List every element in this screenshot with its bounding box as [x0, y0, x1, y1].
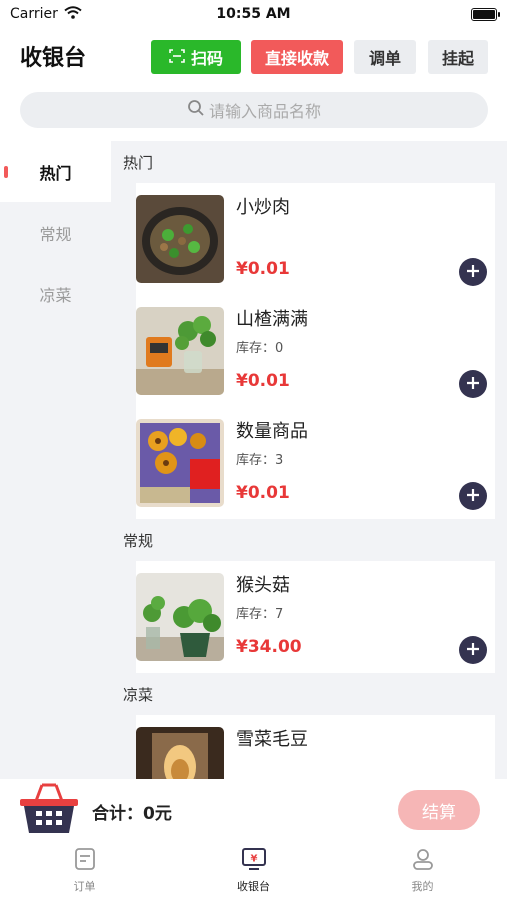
goods-name: 猴头菇 [236, 575, 290, 596]
goods-price: ¥0.01 [236, 371, 290, 391]
scan-button-label: 扫码 [190, 49, 223, 68]
page-title: 收银台 [20, 46, 87, 71]
adjust-order-button[interactable]: 调单 [354, 40, 416, 74]
status-bar: Carrier 10:55 AM [0, 0, 507, 28]
shopping-basket-icon[interactable] [18, 781, 80, 835]
active-indicator [4, 166, 8, 178]
goods-image [136, 307, 224, 395]
tab-cashier[interactable]: ¥ 收银台 [169, 841, 338, 900]
tab-label: 收银台 [237, 880, 270, 893]
add-to-cart-button[interactable] [459, 370, 487, 398]
plus-icon [466, 375, 480, 394]
section-card: 小炒肉 ¥0.01 山楂满满 库存：0 ¥0.01 数量商品 库存：3 ¥0.0… [136, 183, 495, 519]
goods-name: 小炒肉 [236, 197, 290, 218]
category-label: 常规 [39, 224, 72, 244]
goods-item[interactable]: 雪菜毛豆 [136, 715, 495, 779]
search-icon [187, 99, 205, 121]
category-label: 热门 [39, 163, 72, 183]
category-regular[interactable]: 常规 [0, 202, 111, 263]
goods-stock: 库存：0 [236, 341, 284, 356]
section-title: 常规 [123, 531, 154, 550]
add-to-cart-button[interactable] [459, 258, 487, 286]
goods-stock: 库存：7 [236, 607, 284, 622]
add-to-cart-button[interactable] [459, 482, 487, 510]
category-label: 凉菜 [39, 285, 72, 305]
category-cold-dishes[interactable]: 凉菜 [0, 263, 111, 324]
cart-total: 合计：0元 [92, 804, 172, 824]
search-placeholder: 请输入商品名称 [208, 102, 321, 121]
goods-image [136, 419, 224, 507]
goods-price: ¥0.01 [236, 259, 290, 279]
category-hot[interactable]: 热门 [0, 141, 111, 202]
profile-icon [411, 847, 435, 874]
order-icon [73, 847, 97, 874]
status-time: 10:55 AM [216, 6, 291, 22]
plus-icon [466, 641, 480, 660]
direct-pay-button[interactable]: 直接收款 [251, 40, 343, 74]
goods-name: 数量商品 [236, 421, 308, 442]
hold-order-button[interactable]: 挂起 [428, 40, 488, 74]
tab-orders[interactable]: 订单 [0, 841, 169, 900]
tab-bar: 订单 ¥ 收银台 我的 [0, 841, 507, 900]
tab-label: 订单 [73, 880, 96, 893]
search-input[interactable]: 请输入商品名称 [20, 92, 488, 128]
tab-label: 我的 [411, 880, 434, 893]
cashier-icon: ¥ [241, 847, 267, 874]
goods-stock: 库存：3 [236, 453, 284, 468]
header: 收银台 扫码 直接收款 调单 挂起 [0, 34, 507, 78]
goods-item[interactable]: 数量商品 库存：3 ¥0.01 [136, 407, 495, 519]
section-title: 热门 [123, 153, 154, 172]
battery-icon [471, 7, 500, 21]
scan-button[interactable]: 扫码 [151, 40, 241, 74]
goods-item[interactable]: 小炒肉 ¥0.01 [136, 183, 495, 295]
plus-icon [466, 263, 480, 282]
section-title: 凉菜 [123, 685, 154, 704]
section-card: 猴头菇 库存：7 ¥34.00 [136, 561, 495, 673]
checkout-button[interactable]: 结算 [398, 790, 480, 830]
scan-icon [169, 48, 185, 67]
goods-name: 雪菜毛豆 [236, 729, 308, 750]
goods-list[interactable]: 热门 小炒肉 ¥0.01 山楂满满 库存：0 ¥0.01 数量商品 库存：3 ¥… [111, 141, 507, 779]
goods-item[interactable]: 山楂满满 库存：0 ¥0.01 [136, 295, 495, 407]
tab-profile[interactable]: 我的 [338, 841, 507, 900]
add-to-cart-button[interactable] [459, 636, 487, 664]
section-card: 雪菜毛豆 [136, 715, 495, 779]
goods-image [136, 195, 224, 283]
goods-item[interactable]: 猴头菇 库存：7 ¥34.00 [136, 561, 495, 673]
goods-image [136, 573, 224, 661]
plus-icon [466, 487, 480, 506]
svg-text:¥: ¥ [250, 854, 257, 865]
goods-name: 山楂满满 [236, 309, 308, 330]
category-sidebar: 热门 常规 凉菜 [0, 141, 111, 779]
goods-price: ¥0.01 [236, 483, 290, 503]
goods-price: ¥34.00 [236, 637, 302, 657]
cart-bar: 合计：0元 结算 [0, 779, 507, 841]
goods-image [136, 727, 224, 779]
